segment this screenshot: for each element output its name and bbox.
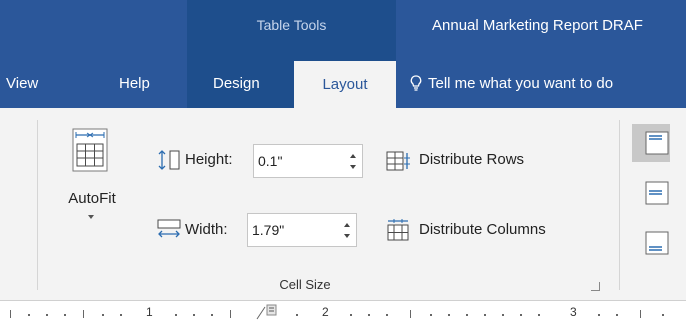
ruler-dot — [175, 314, 177, 316]
ruler-dot — [120, 314, 122, 316]
tell-me-search[interactable]: Tell me what you want to do — [410, 60, 613, 108]
group-separator — [619, 120, 620, 290]
document-title: Annual Marketing Report DRAF — [432, 17, 643, 34]
height-label: Height: — [185, 151, 233, 168]
ruler-dot — [64, 314, 66, 316]
column-marker-icon[interactable] — [255, 303, 283, 321]
align-center-left-icon — [645, 181, 669, 205]
ruler-dot — [520, 314, 522, 316]
group-separator — [37, 120, 38, 290]
align-bottom-left-icon — [645, 231, 669, 255]
ruler-dot — [102, 314, 104, 316]
distribute-rows-label: Distribute Rows — [419, 151, 525, 168]
ruler-tick — [10, 310, 11, 318]
chevron-down-icon — [88, 215, 94, 219]
align-bottom-left-button[interactable] — [632, 224, 670, 262]
ruler-tick — [410, 310, 411, 318]
width-spinner[interactable] — [247, 213, 357, 247]
align-top-left-icon — [645, 131, 669, 155]
width-label: Width: — [185, 221, 228, 238]
row-height-icon — [158, 150, 180, 170]
spin-down-icon[interactable] — [350, 165, 356, 169]
distribute-columns-icon — [387, 219, 409, 241]
ruler-dot — [598, 314, 600, 316]
ruler-number: 3 — [570, 305, 577, 319]
tab-design[interactable]: Design — [213, 60, 260, 108]
ruler-dot — [662, 314, 664, 316]
dialog-launcher-icon[interactable] — [591, 282, 600, 291]
ruler-dot — [448, 314, 450, 316]
ruler-dot — [350, 314, 352, 316]
ruler-dot — [502, 314, 504, 316]
ruler-dot — [386, 314, 388, 316]
cell-size-group-label: Cell Size — [279, 277, 331, 292]
distribute-rows-icon — [386, 151, 410, 171]
tell-me-text: Tell me what you want to do — [428, 75, 614, 92]
horizontal-ruler[interactable]: 1 2 3 — [0, 300, 686, 326]
ruler-dot — [211, 314, 213, 316]
ruler-dot — [538, 314, 540, 316]
autofit-label: AutoFit — [68, 190, 116, 207]
ruler-dot — [46, 314, 48, 316]
spin-up-icon[interactable] — [344, 223, 350, 227]
ruler-dot — [368, 314, 370, 316]
width-input[interactable] — [248, 214, 322, 246]
ruler-dot — [484, 314, 486, 316]
lightbulb-icon — [410, 75, 422, 91]
column-width-icon — [157, 219, 181, 238]
ruler-tick — [83, 310, 84, 318]
tab-layout[interactable]: Layout — [294, 61, 396, 108]
ruler-tick — [230, 310, 231, 318]
ruler-dot — [430, 314, 432, 316]
tab-help[interactable]: Help — [119, 60, 150, 108]
ruler-dot — [296, 314, 298, 316]
height-spinner[interactable] — [253, 144, 363, 178]
autofit-table-icon — [72, 128, 108, 172]
distribute-columns-label: Distribute Columns — [419, 221, 546, 238]
align-center-left-button[interactable] — [632, 174, 670, 212]
ruler-dot — [616, 314, 618, 316]
tab-view[interactable]: View — [6, 60, 38, 108]
contextual-group-label: Table Tools — [256, 17, 327, 33]
spin-up-icon[interactable] — [350, 154, 356, 158]
ruler-number: 1 — [146, 305, 153, 319]
ruler-number: 2 — [322, 305, 329, 319]
spin-down-icon[interactable] — [344, 234, 350, 238]
align-top-left-button[interactable] — [632, 124, 670, 162]
ruler-dot — [193, 314, 195, 316]
ruler-dot — [28, 314, 30, 316]
ruler-tick — [640, 310, 641, 318]
ruler-dot — [466, 314, 468, 316]
height-input[interactable] — [254, 145, 328, 177]
